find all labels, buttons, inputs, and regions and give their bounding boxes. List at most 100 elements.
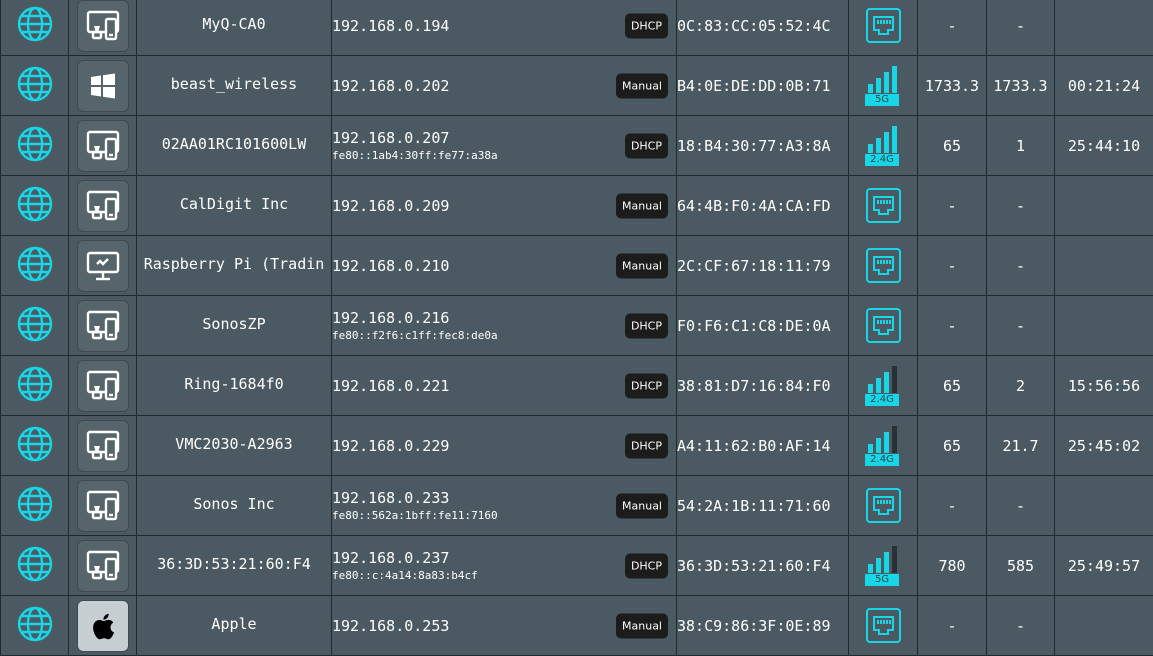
client-name-cell[interactable]: VMC2030-A2963 [137,416,332,476]
client-row[interactable]: Ring-1684f0192.168.0.221DHCP38:81:D7:16:… [1,356,1153,416]
device-type-cell[interactable] [69,476,137,536]
internet-access-cell[interactable] [1,476,69,536]
ip-mode-badge[interactable]: DHCP [625,553,668,578]
client-name[interactable]: Apple [211,615,256,633]
ip-mode-badge[interactable]: Manual [616,193,668,218]
client-name[interactable]: CalDigit Inc [180,195,288,213]
wifi-band-label: 2.4G [865,394,899,406]
wifi-signal-bar [884,72,889,93]
mac-cell: 54:2A:1B:11:71:60 [677,476,849,536]
internet-access-cell[interactable] [1,596,69,656]
client-name-cell[interactable]: 02AA01RC101600LW [137,116,332,176]
globe-icon[interactable] [16,269,54,287]
desktop-icon[interactable] [77,240,129,292]
mac-cell: 18:B4:30:77:A3:8A [677,116,849,176]
internet-access-cell[interactable] [1,296,69,356]
globe-icon[interactable] [16,389,54,407]
windows-icon[interactable] [77,60,129,112]
mac-cell: 64:4B:F0:4A:CA:FD [677,176,849,236]
globe-icon[interactable] [16,149,54,167]
ip-cell: 192.168.0.209Manual [332,176,677,236]
client-row[interactable]: Sonos Inc192.168.0.233fe80::562a:1bff:fe… [1,476,1153,536]
internet-access-cell[interactable] [1,0,69,56]
client-name-cell[interactable]: CalDigit Inc [137,176,332,236]
client-name[interactable]: SonosZP [202,315,265,333]
client-name-cell[interactable]: SonosZP [137,296,332,356]
client-row[interactable]: VMC2030-A2963192.168.0.229DHCPA4:11:62:B… [1,416,1153,476]
client-row[interactable]: Raspberry Pi (Tradin192.168.0.210Manual2… [1,236,1153,296]
ip-mode-badge[interactable]: DHCP [625,13,668,38]
ip-mode-badge[interactable]: DHCP [625,433,668,458]
iot-device-icon[interactable] [77,120,129,172]
internet-access-cell[interactable] [1,416,69,476]
client-name[interactable]: Ring-1684f0 [184,375,283,393]
internet-access-cell[interactable] [1,356,69,416]
globe-icon[interactable] [16,329,54,347]
internet-access-cell[interactable] [1,56,69,116]
ip-mode-badge[interactable]: Manual [616,73,668,98]
globe-icon[interactable] [16,449,54,467]
client-row[interactable]: CalDigit Inc 192.168.0.209Manual64:4B:F0:… [1,176,1153,236]
ip-mode-badge[interactable]: Manual [616,613,668,638]
iot-device-icon[interactable] [77,360,129,412]
client-name-cell[interactable]: beast_wireless [137,56,332,116]
iot-device-icon[interactable] [77,420,129,472]
client-row[interactable]: 02AA01RC101600LW192.168.0.207fe80::1ab4:… [1,116,1153,176]
client-name[interactable]: 02AA01RC101600LW [162,135,307,153]
device-type-cell[interactable] [69,536,137,596]
device-type-cell[interactable] [69,596,137,656]
device-type-cell[interactable] [69,296,137,356]
client-name-cell[interactable]: Ring-1684f0 [137,356,332,416]
device-type-cell[interactable] [69,356,137,416]
client-name[interactable]: 36:3D:53:21:60:F4 [157,555,311,573]
client-name[interactable]: VMC2030-A2963 [175,435,292,453]
device-type-cell[interactable] [69,116,137,176]
ip-mode-badge[interactable]: Manual [616,493,668,518]
globe-icon[interactable] [16,569,54,587]
internet-access-cell[interactable] [1,176,69,236]
iot-device-icon[interactable] [77,480,129,532]
access-time: 25:45:02 [1068,437,1140,455]
device-type-cell[interactable] [69,0,137,56]
client-name[interactable]: Sonos Inc [193,495,274,513]
internet-access-cell[interactable] [1,236,69,296]
ip-mode-badge[interactable]: Manual [616,253,668,278]
internet-access-cell[interactable] [1,116,69,176]
client-row[interactable]: 36:3D:53:21:60:F4192.168.0.237fe80::c:4a… [1,536,1153,596]
client-row[interactable]: beast_wireless192.168.0.202ManualB4:0E:D… [1,56,1153,116]
ip-mode-badge[interactable]: DHCP [625,313,668,338]
internet-access-cell[interactable] [1,536,69,596]
client-row[interactable]: Apple192.168.0.253Manual38:C9:86:3F:0E:8… [1,596,1153,656]
globe-icon[interactable] [16,629,54,647]
client-name-cell[interactable]: Raspberry Pi (Tradin [137,236,332,296]
globe-icon[interactable] [16,89,54,107]
apple-icon[interactable] [77,600,129,652]
ip-mode-badge[interactable]: DHCP [625,373,668,398]
interface-cell [849,296,918,356]
tx-rate: - [947,257,956,275]
client-name-cell[interactable]: Apple [137,596,332,656]
iot-device-icon[interactable] [77,0,129,52]
client-name[interactable]: MyQ-CA0 [202,15,265,33]
rx-rate: 585 [1007,557,1034,575]
iot-device-icon[interactable] [77,540,129,592]
device-type-cell[interactable] [69,236,137,296]
client-row[interactable]: MyQ-CA0192.168.0.194DHCP0C:83:CC:05:52:4… [1,0,1153,56]
client-name[interactable]: Raspberry Pi (Tradin [144,255,325,273]
client-name-cell[interactable]: 36:3D:53:21:60:F4 [137,536,332,596]
iot-device-icon[interactable] [77,180,129,232]
client-row[interactable]: SonosZP192.168.0.216fe80::f2f6:c1ff:fec8… [1,296,1153,356]
ethernet-icon [866,608,901,643]
client-name-cell[interactable]: MyQ-CA0 [137,0,332,56]
client-name-cell[interactable]: Sonos Inc [137,476,332,536]
iot-device-icon[interactable] [77,300,129,352]
device-type-cell[interactable] [69,176,137,236]
globe-icon[interactable] [16,209,54,227]
globe-icon[interactable] [16,509,54,527]
device-type-cell[interactable] [69,416,137,476]
ip-mode-badge[interactable]: DHCP [625,133,668,158]
client-name[interactable]: beast_wireless [171,75,297,93]
device-type-cell[interactable] [69,56,137,116]
tx-rate-cell: 1733.3 [918,56,987,116]
globe-icon[interactable] [16,29,54,47]
